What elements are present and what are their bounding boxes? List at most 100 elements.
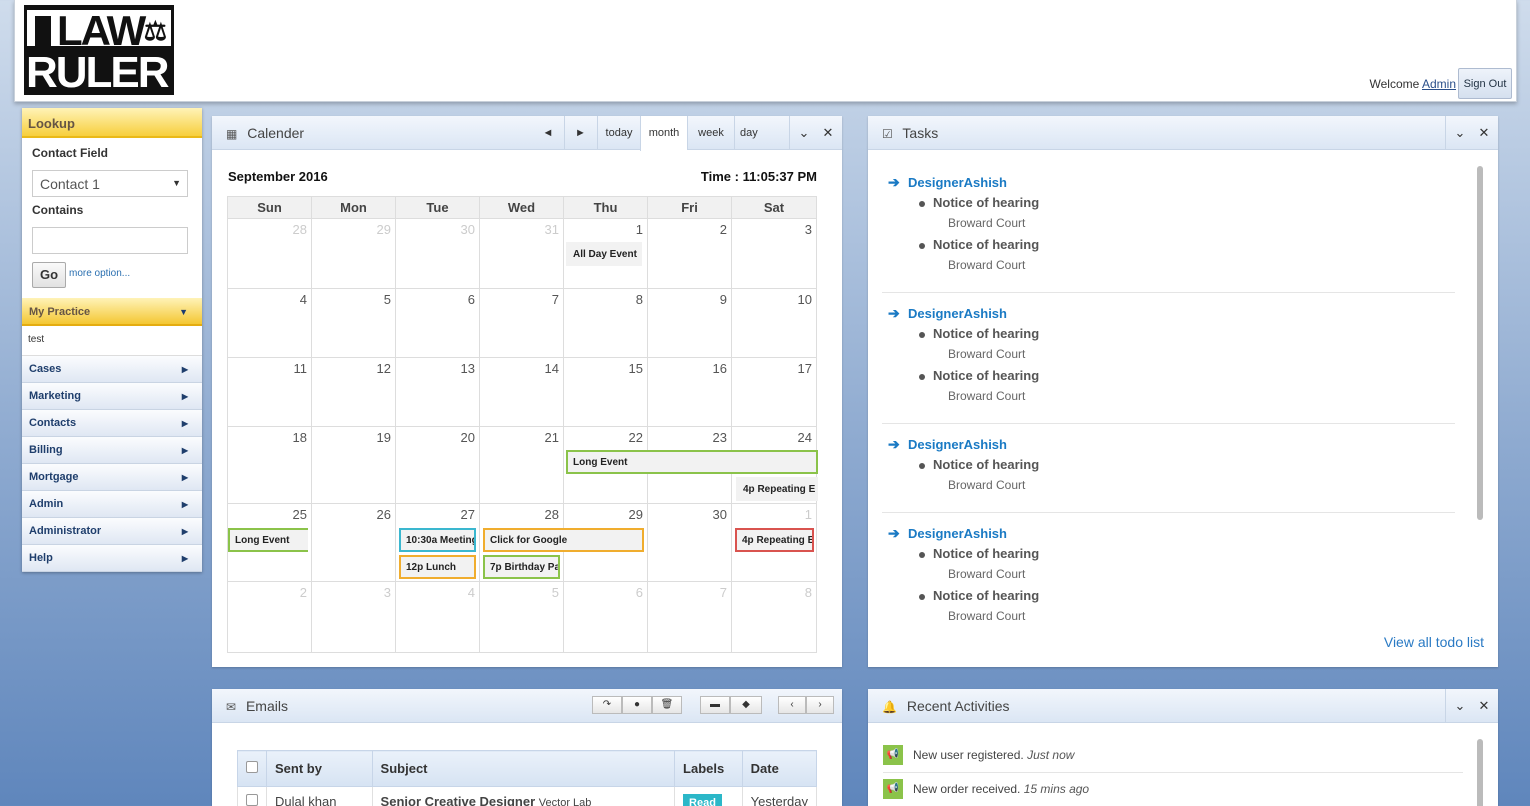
calendar-day-cell[interactable]: 2 [648, 219, 732, 289]
calendar-day-cell[interactable]: 9 [648, 289, 732, 358]
calendar-day-cell[interactable]: 16 [648, 358, 732, 427]
event-meeting[interactable]: 10:30a Meeting [399, 528, 476, 552]
calendar-day-cell[interactable]: 11 [228, 358, 312, 427]
my-practice-header[interactable]: My Practice ▼ [22, 298, 202, 326]
task-assignee-link[interactable]: ➔ DesignerAshish [888, 304, 1453, 326]
event-repeating[interactable]: 4p Repeating E [736, 477, 818, 501]
nav-item-administrator[interactable]: Administrator ▶ [22, 518, 202, 545]
task-item[interactable]: Notice of hearing Broward Court [888, 588, 1453, 630]
scrollbar[interactable] [1477, 166, 1483, 520]
nav-item-help[interactable]: Help ▶ [22, 545, 202, 572]
scrollbar[interactable] [1477, 739, 1483, 806]
contains-input[interactable] [32, 227, 188, 254]
law-ruler-logo[interactable]: LAW ⚖ RULER [24, 5, 174, 95]
user-link[interactable]: Admin [1422, 77, 1456, 91]
folder-icon[interactable]: ▬ [700, 696, 730, 714]
calendar-day-cell[interactable]: 28 [228, 219, 312, 289]
calendar-day-cell[interactable]: 30 [648, 504, 732, 582]
activity-item: 📢 New user registered. Just now [883, 739, 1463, 773]
task-item[interactable]: Notice of hearing Broward Court [888, 237, 1453, 279]
calendar-day-cell[interactable]: 5 [480, 582, 564, 652]
calendar-day-cell[interactable]: 14 [480, 358, 564, 427]
more-options-link[interactable]: more option... [69, 268, 130, 279]
calendar-day-cell[interactable]: 29 [312, 219, 396, 289]
calendar-day-cell[interactable]: 21 [480, 427, 564, 504]
calendar-day-cell[interactable]: 5 [312, 289, 396, 358]
nav-item-contacts[interactable]: Contacts ▶ [22, 410, 202, 437]
sign-out-button[interactable]: Sign Out [1458, 68, 1512, 99]
nav-item-admin[interactable]: Admin ▶ [22, 491, 202, 518]
calendar-day-cell[interactable]: 26 [312, 504, 396, 582]
calendar-day-cell[interactable]: 12 [312, 358, 396, 427]
day-number: 2 [719, 222, 727, 237]
event-long-event[interactable]: Long Event [228, 528, 308, 552]
lookup-header[interactable]: Lookup [22, 108, 202, 138]
calendar-day-cell[interactable]: 8 [564, 289, 648, 358]
today-button[interactable]: today [597, 116, 640, 150]
calendar-day-cell[interactable]: 3 [732, 219, 816, 289]
event-all-day[interactable]: All Day Event [566, 242, 642, 266]
practice-item-test[interactable]: test [22, 326, 202, 356]
table-row[interactable]: Dulal khan Senior Creative Designer Vect… [237, 786, 818, 806]
task-item[interactable]: Notice of hearing Broward Court [888, 368, 1453, 410]
tag-icon[interactable]: ◆ [730, 696, 762, 714]
event-click-for-google[interactable]: Click for Google [483, 528, 644, 552]
calendar-day-cell[interactable]: 13 [396, 358, 480, 427]
calendar-day-cell[interactable]: 4 [228, 289, 312, 358]
info-icon[interactable]: ● [622, 696, 652, 714]
calendar-day-cell[interactable]: 17 [732, 358, 816, 427]
view-all-todo-link[interactable]: View all todo list [1384, 634, 1484, 650]
calendar-day-cell[interactable]: 20 [396, 427, 480, 504]
trash-icon[interactable]: 🗑 [652, 696, 682, 714]
nav-item-cases[interactable]: Cases ▶ [22, 356, 202, 383]
contact-field-select[interactable]: Contact 1 ▼ [32, 170, 188, 197]
calendar-day-cell[interactable]: 2 [228, 582, 312, 652]
task-item[interactable]: Notice of hearing Broward Court [888, 326, 1453, 368]
collapse-chevron-icon[interactable]: ⌄ [1445, 116, 1474, 150]
day-view-button[interactable]: day [734, 116, 789, 150]
event-long-event[interactable]: Long Event [566, 450, 818, 474]
close-icon[interactable]: ✕ [1474, 116, 1494, 150]
select-all-checkbox[interactable] [246, 761, 258, 773]
next-page-icon[interactable]: › [806, 696, 834, 714]
calendar-day-cell[interactable]: 19 [312, 427, 396, 504]
calendar-day-cell[interactable]: 15 [564, 358, 648, 427]
nav-item-billing[interactable]: Billing ▶ [22, 437, 202, 464]
close-icon[interactable]: ✕ [818, 116, 838, 150]
calendar-day-cell[interactable]: 8 [732, 582, 816, 652]
week-view-button[interactable]: week [687, 116, 734, 150]
calendar-day-cell[interactable]: 7 [480, 289, 564, 358]
task-item[interactable]: Notice of hearing Broward Court [888, 457, 1453, 499]
calendar-day-cell[interactable]: 10 [732, 289, 816, 358]
close-icon[interactable]: ✕ [1474, 689, 1494, 723]
nav-item-marketing[interactable]: Marketing ▶ [22, 383, 202, 410]
prev-page-icon[interactable]: ‹ [778, 696, 806, 714]
next-month-button[interactable]: ► [564, 116, 596, 150]
task-assignee-link[interactable]: ➔ DesignerAshish [888, 435, 1453, 457]
calendar-day-cell[interactable]: 7 [648, 582, 732, 652]
calendar-day-cell[interactable]: 6 [396, 289, 480, 358]
forward-icon[interactable]: ↷ [592, 696, 622, 714]
row-checkbox[interactable] [246, 794, 258, 806]
event-lunch[interactable]: 12p Lunch [399, 555, 476, 579]
collapse-chevron-icon[interactable]: ⌄ [1445, 689, 1474, 723]
calendar-day-cell[interactable]: 18 [228, 427, 312, 504]
task-item[interactable]: Notice of hearing Broward Court [888, 546, 1453, 588]
month-view-button[interactable]: month [640, 116, 687, 151]
calendar-day-cell[interactable]: 4 [396, 582, 480, 652]
calendar-day-cell[interactable]: 3 [312, 582, 396, 652]
task-assignee-link[interactable]: ➔ DesignerAshish [888, 524, 1453, 546]
collapse-chevron-icon[interactable]: ⌄ [789, 116, 818, 150]
go-button[interactable]: Go [32, 262, 66, 288]
email-subject: Senior Creative Designer [380, 794, 536, 806]
event-birthday[interactable]: 7p Birthday Pa [483, 555, 560, 579]
task-assignee-link[interactable]: ➔ DesignerAshish [888, 173, 1453, 195]
day-number: 1 [635, 222, 643, 237]
task-item[interactable]: Notice of hearing Broward Court [888, 195, 1453, 237]
prev-month-button[interactable]: ◄ [532, 116, 564, 150]
nav-item-mortgage[interactable]: Mortgage ▶ [22, 464, 202, 491]
calendar-day-cell[interactable]: 6 [564, 582, 648, 652]
calendar-day-cell[interactable]: 31 [480, 219, 564, 289]
calendar-day-cell[interactable]: 30 [396, 219, 480, 289]
event-repeating[interactable]: 4p Repeating E [735, 528, 814, 552]
